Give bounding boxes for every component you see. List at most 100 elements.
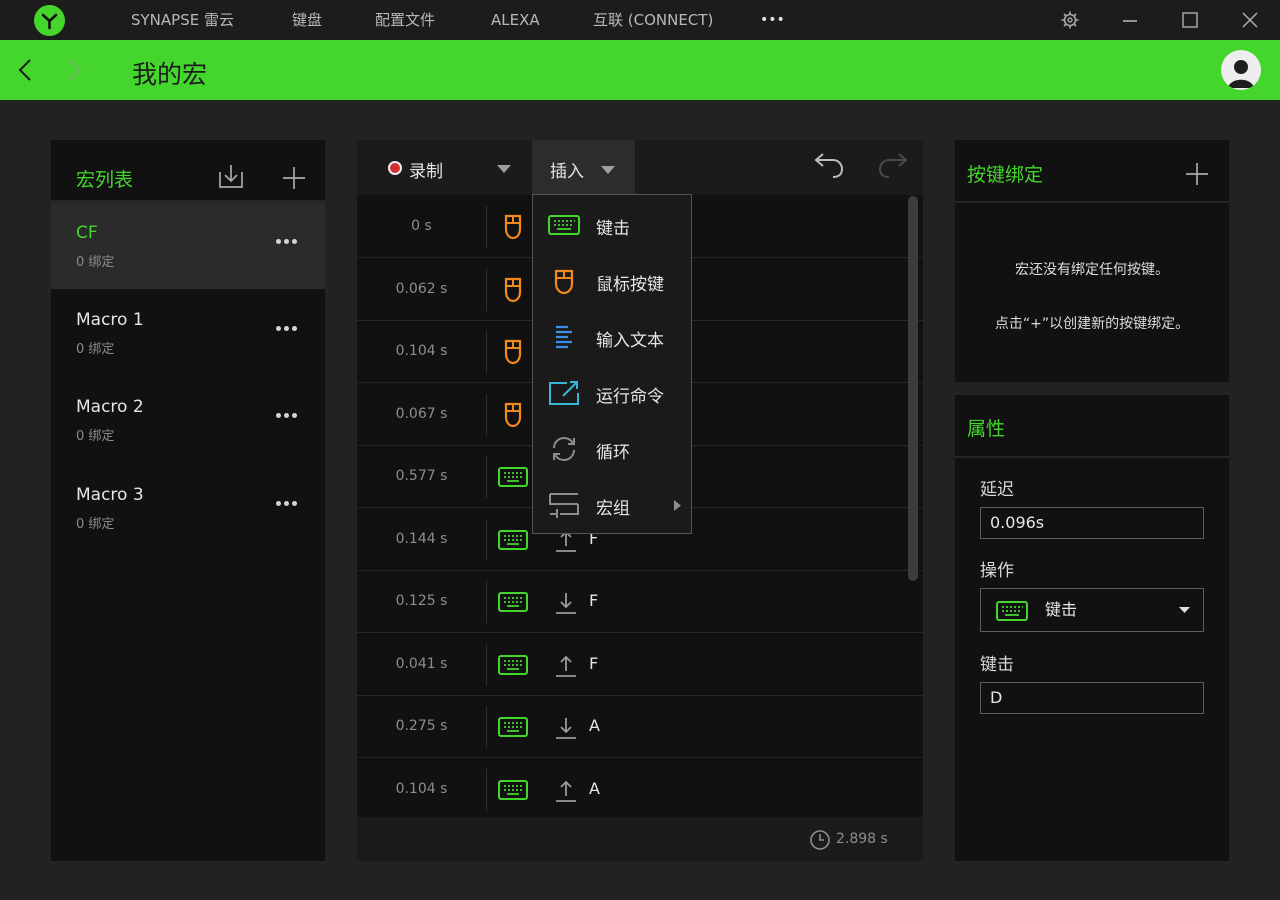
menu-item-mouse-button[interactable]: 鼠标按键	[533, 253, 691, 309]
event-delay: 0.041 s	[395, 655, 448, 672]
razer-logo-icon[interactable]	[34, 5, 65, 36]
macro-bindings: 0 绑定	[76, 429, 115, 444]
mouse-icon	[504, 339, 522, 365]
nav-more-button[interactable]: •••	[760, 0, 785, 40]
menu-item-run-command[interactable]: 运行命令	[533, 365, 691, 421]
keyboard-icon	[498, 654, 528, 675]
submenu-arrow-icon	[674, 500, 681, 511]
macro-name: Macro 1	[76, 310, 144, 330]
key-up-arrow-icon	[556, 780, 576, 802]
settings-gear-icon[interactable]	[1058, 8, 1082, 32]
mouse-icon	[504, 402, 522, 427]
delay-input[interactable]: 0.096s	[980, 507, 1204, 539]
keyboard-icon	[498, 717, 528, 737]
nav-connect[interactable]: 互联 (CONNECT)	[593, 0, 713, 40]
event-delay: 0.062 s	[395, 280, 448, 297]
action-select[interactable]: 键击	[980, 588, 1204, 632]
maximize-icon[interactable]	[1178, 8, 1202, 32]
divider	[486, 206, 487, 248]
divider	[486, 268, 487, 311]
divider	[955, 456, 1229, 458]
delay-label: 延迟	[980, 480, 1014, 500]
key-down-arrow-icon	[556, 718, 576, 739]
user-avatar[interactable]	[1221, 50, 1261, 90]
divider	[486, 581, 487, 623]
macro-name: Macro 3	[76, 485, 144, 505]
event-delay: 0.067 s	[395, 405, 448, 422]
macro-item-1[interactable]: Macro 1 0 绑定	[51, 290, 325, 376]
binding-hint: 点击“+”以创建新的按键绑定。	[994, 316, 1190, 332]
event-key: A	[589, 716, 600, 735]
macro-group-icon	[549, 493, 579, 518]
total-time: 2.898 s	[836, 831, 888, 847]
macro-name: Macro 2	[76, 397, 144, 417]
menu-item-label: 鼠标按键	[596, 275, 664, 295]
macro-event-row[interactable]: 0.041 s F	[357, 634, 923, 696]
divider	[486, 643, 487, 686]
key-up-arrow-icon	[556, 655, 576, 677]
divider	[486, 331, 487, 373]
nav-keyboard[interactable]: 键盘	[292, 0, 322, 40]
event-delay: 0.577 s	[395, 468, 448, 484]
macro-item-cf[interactable]: CF 0 绑定	[51, 203, 325, 289]
event-key: F	[589, 653, 599, 673]
record-button[interactable]: 录制	[409, 157, 443, 182]
divider	[955, 201, 1229, 203]
page-title: 我的宏	[132, 60, 208, 89]
mouse-icon	[504, 214, 522, 240]
event-delay: 0.104 s	[395, 780, 448, 797]
divider	[486, 393, 487, 436]
keyboard-icon	[498, 592, 528, 612]
nav-profiles[interactable]: 配置文件	[375, 0, 435, 40]
forward-chevron-icon[interactable]	[62, 57, 86, 83]
add-binding-icon[interactable]	[1185, 162, 1209, 186]
more-options-icon[interactable]	[276, 326, 298, 332]
back-chevron-icon[interactable]	[14, 57, 38, 83]
redo-icon[interactable]	[877, 150, 909, 180]
macro-event-row[interactable]: 0.125 s F	[357, 571, 923, 633]
menu-item-keystroke[interactable]: 键击	[533, 197, 691, 253]
event-delay: 0.144 s	[395, 530, 448, 547]
macro-event-row[interactable]: 0.275 s A	[357, 696, 923, 758]
key-down-arrow-icon	[556, 593, 576, 614]
scrollbar-thumb[interactable]	[908, 196, 918, 581]
menu-item-label: 循环	[596, 443, 630, 463]
close-icon[interactable]	[1238, 8, 1262, 32]
minimize-icon[interactable]	[1118, 8, 1142, 32]
mouse-icon	[504, 277, 522, 302]
undo-icon[interactable]	[813, 150, 845, 180]
insert-menu: 键击 鼠标按键 输入文本 运行命令 循环 宏组	[532, 194, 692, 534]
keyboard-icon	[996, 601, 1028, 621]
nav-synapse[interactable]: SYNAPSE 雷云	[131, 0, 234, 40]
record-dot-icon	[388, 161, 402, 175]
macro-bindings: 0 绑定	[76, 255, 115, 270]
menu-item-type-text[interactable]: 输入文本	[533, 309, 691, 365]
import-icon[interactable]	[217, 162, 245, 190]
nav-alexa[interactable]: ALEXA	[491, 0, 540, 40]
event-delay: 0.104 s	[395, 343, 448, 359]
title-bar: SYNAPSE 雷云 键盘 配置文件 ALEXA 互联 (CONNECT) ••…	[0, 0, 1280, 40]
no-binding-message: 宏还没有绑定任何按键。	[1015, 262, 1169, 278]
event-delay: 0 s	[411, 218, 432, 234]
menu-item-loop[interactable]: 循环	[533, 421, 691, 477]
more-options-icon[interactable]	[276, 239, 298, 245]
menu-item-label: 运行命令	[596, 387, 664, 407]
macro-name: CF	[76, 223, 98, 243]
action-select-value: 键击	[1045, 600, 1078, 619]
add-macro-icon[interactable]	[282, 166, 306, 190]
insert-dropdown-icon	[601, 166, 615, 174]
menu-item-label: 输入文本	[596, 331, 664, 351]
macro-item-2[interactable]: Macro 2 0 绑定	[51, 377, 325, 463]
chevron-down-icon	[1179, 607, 1190, 613]
macro-item-3[interactable]: Macro 3 0 绑定	[51, 465, 325, 551]
menu-item-label: 键击	[596, 219, 630, 239]
more-options-icon[interactable]	[276, 413, 298, 419]
more-options-icon[interactable]	[276, 501, 298, 507]
macro-event-row[interactable]: 0.104 s A	[357, 759, 923, 821]
record-dropdown-icon[interactable]	[497, 165, 511, 173]
keystroke-input[interactable]: D	[980, 682, 1204, 714]
event-delay: 0.125 s	[395, 593, 448, 609]
key-binding-title: 按键绑定	[967, 164, 1044, 186]
menu-item-label: 宏组	[596, 499, 630, 519]
menu-item-macro-group[interactable]: 宏组	[533, 477, 691, 533]
